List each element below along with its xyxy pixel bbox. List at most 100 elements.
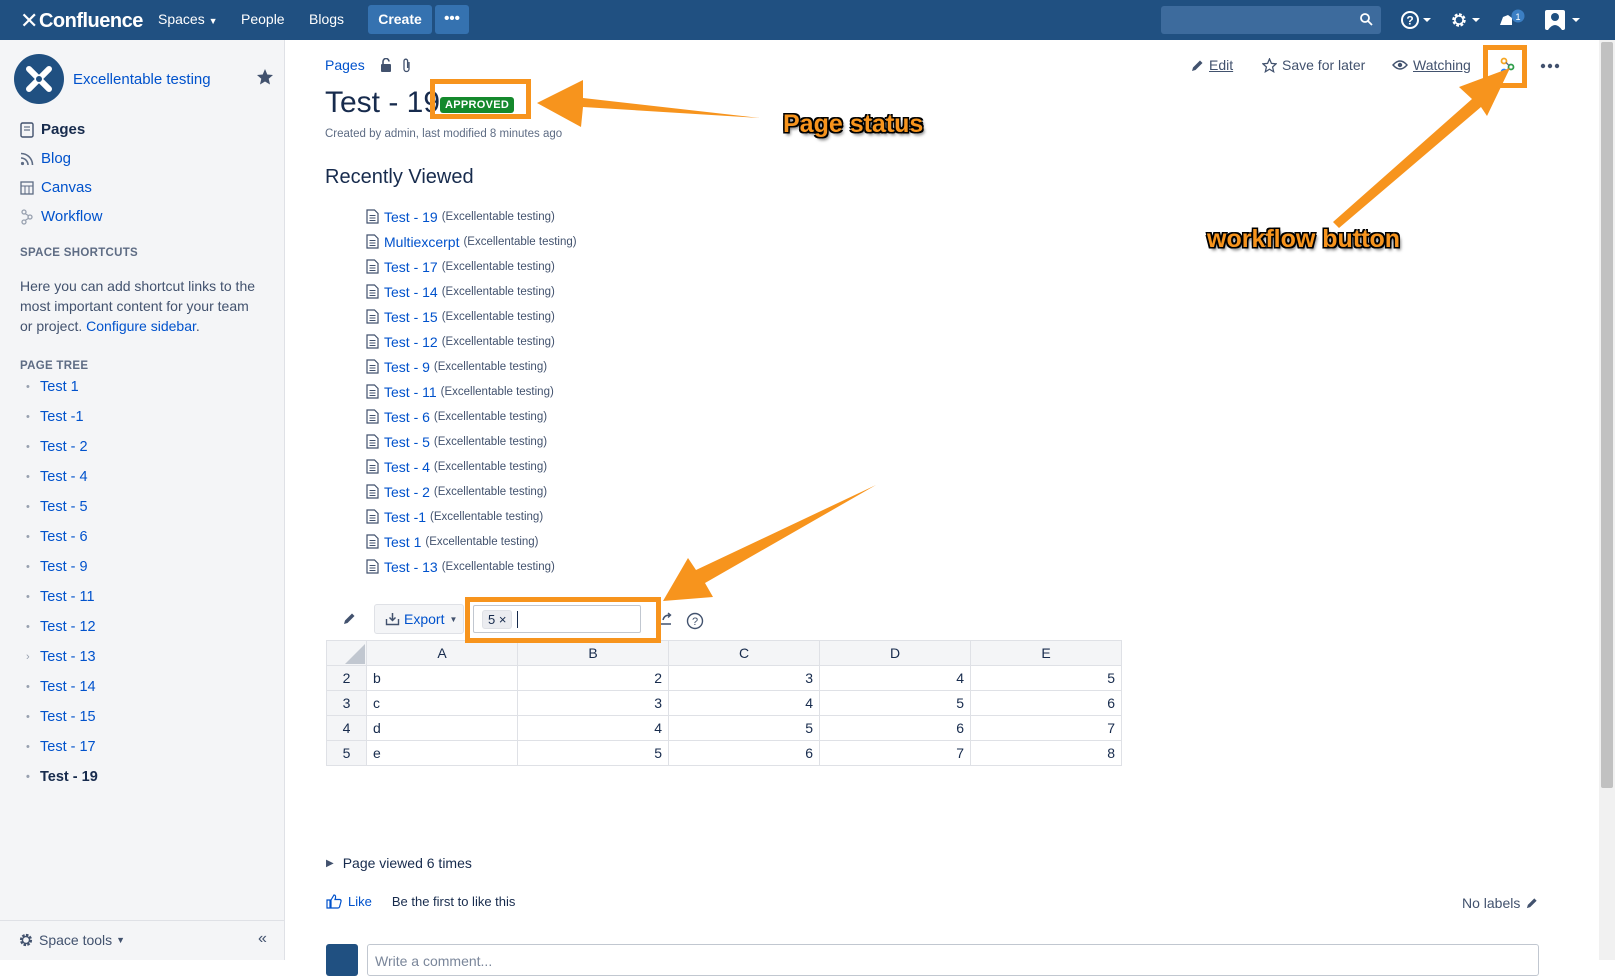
help-menu[interactable]: ? bbox=[1400, 9, 1434, 34]
sidebar-item-blog[interactable]: Blog bbox=[19, 150, 71, 167]
recent-page-link[interactable]: Test - 6 bbox=[384, 409, 430, 425]
page-tree-item[interactable]: • Test - 6 bbox=[26, 529, 88, 545]
page-tree-item[interactable]: • Test 1 bbox=[26, 379, 79, 395]
vertical-scrollbar[interactable] bbox=[1599, 40, 1615, 960]
recent-page-link[interactable]: Test - 11 bbox=[384, 384, 437, 400]
table-cell[interactable]: e bbox=[366, 740, 518, 766]
breadcrumb[interactable]: Pages bbox=[325, 57, 365, 73]
expand-chevron-icon[interactable]: › bbox=[26, 651, 40, 663]
page-tree-item[interactable]: • Test - 9 bbox=[26, 559, 88, 575]
space-name-link[interactable]: Excellentable testing bbox=[73, 71, 211, 88]
recent-page-link[interactable]: Test -1 bbox=[384, 509, 426, 525]
sidebar-item-canvas[interactable]: Canvas bbox=[19, 179, 92, 196]
recent-page-link[interactable]: Test - 5 bbox=[384, 434, 430, 450]
sidebar-item-pages[interactable]: Pages bbox=[19, 121, 85, 138]
more-actions-icon[interactable] bbox=[1540, 63, 1560, 69]
table-cell[interactable]: 4 bbox=[819, 665, 971, 691]
table-cell[interactable]: b bbox=[366, 665, 518, 691]
recent-page-link[interactable]: Test - 12 bbox=[384, 334, 438, 350]
space-logo[interactable] bbox=[14, 54, 64, 104]
recent-page-link[interactable]: Test - 17 bbox=[384, 259, 438, 275]
column-header[interactable]: A bbox=[366, 640, 518, 666]
export-button[interactable]: Export ▼ bbox=[374, 604, 464, 634]
table-cell[interactable]: 4 bbox=[517, 715, 669, 741]
table-cell[interactable]: 6 bbox=[819, 715, 971, 741]
page-tree-label: Test - 11 bbox=[40, 589, 95, 605]
recent-page-link[interactable]: Test - 14 bbox=[384, 284, 438, 300]
table-cell[interactable]: 7 bbox=[970, 715, 1122, 741]
table-cell[interactable]: c bbox=[366, 690, 518, 716]
configure-sidebar-link[interactable]: Configure sidebar bbox=[86, 318, 196, 334]
select-all-corner[interactable] bbox=[326, 640, 367, 666]
page-tree-item[interactable]: • Test - 15 bbox=[26, 709, 96, 725]
table-cell[interactable]: 4 bbox=[668, 690, 820, 716]
table-cell[interactable]: d bbox=[366, 715, 518, 741]
table-cell[interactable]: 2 bbox=[517, 665, 669, 691]
page-tree-item[interactable]: • Test - 14 bbox=[26, 679, 96, 695]
row-header[interactable]: 5 bbox=[326, 740, 367, 766]
create-button[interactable]: Create bbox=[368, 5, 432, 34]
user-menu[interactable] bbox=[1544, 9, 1582, 34]
recent-page-link[interactable]: Test - 2 bbox=[384, 484, 430, 500]
nav-people[interactable]: People bbox=[241, 11, 285, 27]
settings-menu[interactable] bbox=[1449, 9, 1483, 34]
labels-section[interactable]: No labels bbox=[1462, 895, 1538, 911]
table-cell[interactable]: 8 bbox=[970, 740, 1122, 766]
unlock-icon[interactable] bbox=[380, 58, 392, 73]
collapse-sidebar-icon[interactable]: « bbox=[258, 930, 267, 948]
recent-page-space: (Excellentable testing) bbox=[441, 285, 555, 298]
watching-button[interactable]: Watching bbox=[1392, 57, 1471, 73]
nav-blogs[interactable]: Blogs bbox=[309, 11, 344, 27]
recent-page-link[interactable]: Multiexcerpt bbox=[384, 234, 459, 250]
page-tree-item[interactable]: › Test - 13 bbox=[26, 649, 96, 665]
page-views-toggle[interactable]: ▶ Page viewed 6 times bbox=[326, 855, 472, 871]
pencil-icon[interactable] bbox=[343, 612, 356, 625]
scrollbar-thumb[interactable] bbox=[1601, 42, 1613, 788]
row-header[interactable]: 4 bbox=[326, 715, 367, 741]
recent-page-link[interactable]: Test 1 bbox=[384, 534, 421, 550]
column-header[interactable]: B bbox=[517, 640, 669, 666]
page-tree-item[interactable]: • Test - 2 bbox=[26, 439, 88, 455]
table-cell[interactable]: 3 bbox=[517, 690, 669, 716]
column-header[interactable]: D bbox=[819, 640, 971, 666]
table-cell[interactable]: 5 bbox=[819, 690, 971, 716]
create-more-button[interactable]: ••• bbox=[435, 5, 469, 34]
confluence-logo[interactable]: ✕ Confluence bbox=[20, 8, 143, 34]
sidebar-item-workflow[interactable]: Workflow bbox=[19, 208, 102, 225]
recent-page-link[interactable]: Test - 13 bbox=[384, 559, 438, 575]
page-tree-item[interactable]: • Test - 4 bbox=[26, 469, 88, 485]
page-tree-item[interactable]: • Test - 19 bbox=[26, 769, 98, 785]
attachment-icon[interactable] bbox=[402, 58, 412, 73]
help-icon[interactable]: ? bbox=[686, 612, 704, 630]
recent-page-link[interactable]: Test - 4 bbox=[384, 459, 430, 475]
row-header[interactable]: 2 bbox=[326, 665, 367, 691]
search-input[interactable] bbox=[1161, 6, 1381, 34]
table-cell[interactable]: 3 bbox=[668, 665, 820, 691]
table-cell[interactable]: 5 bbox=[517, 740, 669, 766]
table-cell[interactable]: 5 bbox=[668, 715, 820, 741]
column-header[interactable]: E bbox=[970, 640, 1122, 666]
column-header[interactable]: C bbox=[668, 640, 820, 666]
space-tools-menu[interactable]: Space tools ▼ bbox=[18, 932, 125, 948]
table-cell[interactable]: 5 bbox=[970, 665, 1122, 691]
table-cell[interactable]: 7 bbox=[819, 740, 971, 766]
save-for-later-button[interactable]: Save for later bbox=[1262, 57, 1365, 73]
nav-spaces-menu[interactable]: Spaces ▼ bbox=[158, 11, 218, 27]
recent-page-link[interactable]: Test - 15 bbox=[384, 309, 438, 325]
edit-button[interactable]: Edit bbox=[1191, 57, 1233, 73]
page-tree-item[interactable]: • Test - 17 bbox=[26, 739, 96, 755]
notifications-button[interactable]: 1 bbox=[1498, 9, 1526, 34]
table-cell[interactable]: 6 bbox=[970, 690, 1122, 716]
recent-page-link[interactable]: Test - 19 bbox=[384, 209, 438, 225]
page-tree-item[interactable]: • Test - 5 bbox=[26, 499, 88, 515]
page-tree-item[interactable]: • Test -1 bbox=[26, 409, 84, 425]
bullet-icon: • bbox=[26, 711, 30, 723]
table-cell[interactable]: 6 bbox=[668, 740, 820, 766]
page-tree-item[interactable]: • Test - 12 bbox=[26, 619, 96, 635]
row-header[interactable]: 3 bbox=[326, 690, 367, 716]
comment-input[interactable]: Write a comment... bbox=[367, 944, 1539, 976]
star-icon[interactable] bbox=[256, 68, 274, 86]
recent-page-link[interactable]: Test - 9 bbox=[384, 359, 430, 375]
like-button[interactable]: Like bbox=[326, 894, 372, 909]
page-tree-item[interactable]: • Test - 11 bbox=[26, 589, 95, 605]
